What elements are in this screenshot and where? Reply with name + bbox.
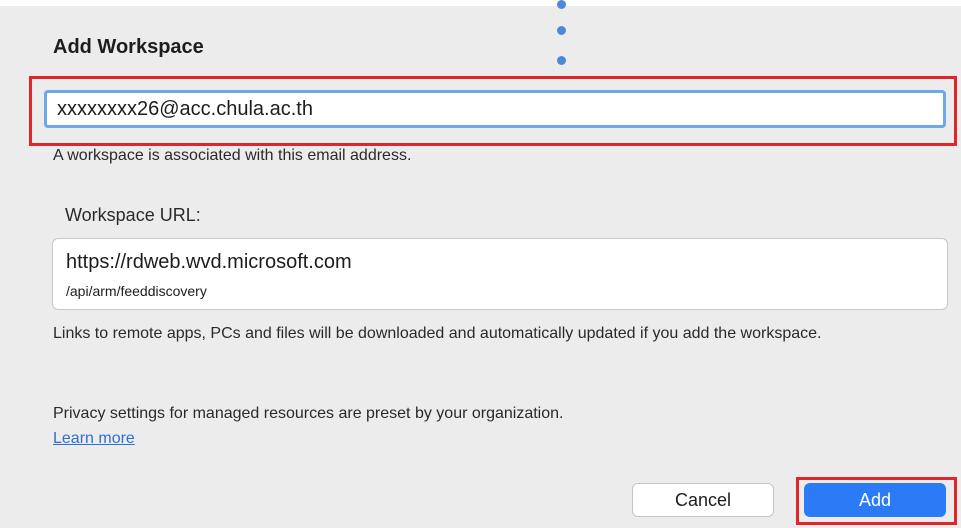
email-input[interactable] bbox=[44, 90, 946, 128]
email-hint: A workspace is associated with this emai… bbox=[53, 147, 412, 164]
workspace-url-host: https://rdweb.wvd.microsoft.com bbox=[66, 251, 352, 273]
dot-indicator bbox=[557, 26, 566, 35]
privacy-note: Privacy settings for managed resources a… bbox=[53, 405, 564, 422]
dot-indicator bbox=[557, 56, 566, 65]
add-workspace-dialog: Add Workspace A workspace is associated … bbox=[0, 0, 961, 528]
workspace-url-path: /api/arm/feeddiscovery bbox=[66, 283, 207, 299]
cancel-button[interactable]: Cancel bbox=[632, 483, 774, 517]
dialog-title: Add Workspace bbox=[53, 36, 204, 58]
workspace-description: Links to remote apps, PCs and files will… bbox=[53, 325, 822, 342]
dot-indicator bbox=[557, 0, 566, 9]
learn-more-link[interactable]: Learn more bbox=[53, 430, 135, 448]
workspace-url-label: Workspace URL: bbox=[65, 205, 201, 225]
add-button[interactable]: Add bbox=[804, 483, 946, 517]
workspace-url-field[interactable]: https://rdweb.wvd.microsoft.com /api/arm… bbox=[52, 238, 948, 310]
top-strip bbox=[0, 0, 961, 6]
